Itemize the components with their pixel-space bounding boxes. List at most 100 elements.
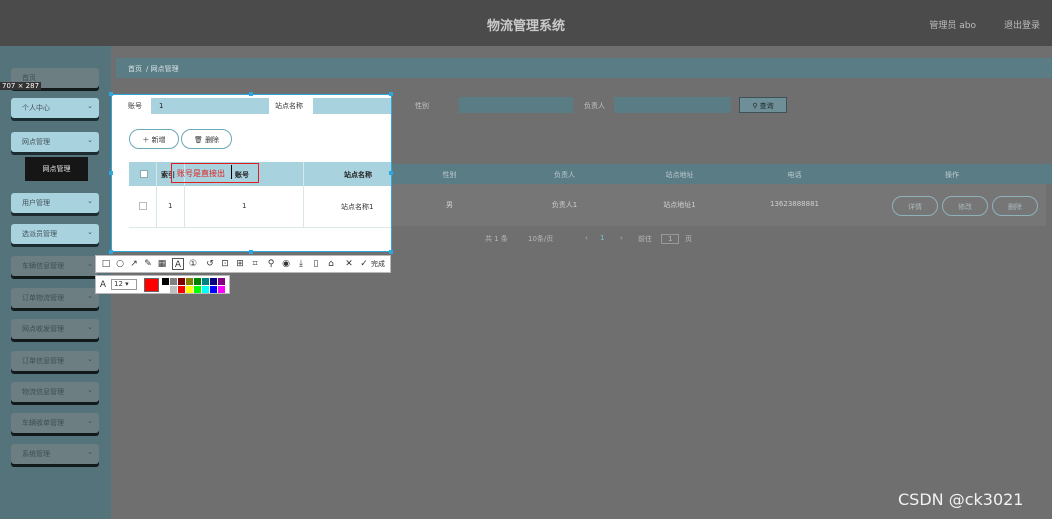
pagination-total: 共 1 条 bbox=[485, 235, 508, 243]
font-icon: A bbox=[99, 280, 107, 290]
page-size-select[interactable]: 10条/页 bbox=[528, 234, 553, 244]
sidebar-item-label: 车辆收单管理 bbox=[22, 419, 64, 427]
station-name-label: 站点名称 bbox=[275, 102, 303, 110]
color-swatch[interactable] bbox=[210, 278, 217, 285]
column-divider bbox=[156, 162, 157, 228]
download-icon[interactable]: ⤓ bbox=[295, 258, 307, 270]
sidebar-item-vehicles[interactable]: 车辆信息管理 ⌄ bbox=[11, 256, 99, 276]
resize-handle[interactable] bbox=[389, 92, 393, 96]
done-button[interactable]: 完成 bbox=[371, 259, 385, 269]
undo-icon[interactable]: ↺ bbox=[204, 258, 216, 270]
ocr-icon[interactable]: ⊡ bbox=[219, 258, 231, 270]
delete-row-button[interactable]: 删除 bbox=[992, 196, 1038, 216]
bookmark-icon[interactable]: ⌂ bbox=[325, 258, 337, 270]
resize-handle[interactable] bbox=[109, 92, 113, 96]
color-swatch[interactable] bbox=[186, 286, 193, 293]
chevron-down-icon: ⌄ bbox=[87, 417, 93, 425]
color-swatch[interactable] bbox=[202, 286, 209, 293]
select-all-checkbox[interactable] bbox=[140, 170, 148, 178]
color-swatch[interactable] bbox=[162, 286, 169, 293]
app-title: 物流管理系统 bbox=[486, 19, 565, 34]
record-icon[interactable]: ◉ bbox=[280, 258, 292, 270]
color-swatch[interactable] bbox=[194, 286, 201, 293]
color-swatch[interactable] bbox=[170, 278, 177, 285]
text-tool-icon[interactable]: A bbox=[172, 258, 184, 270]
phone-icon[interactable]: ▯ bbox=[310, 258, 322, 270]
cell-index: 1 bbox=[168, 202, 173, 210]
check-icon[interactable]: ✓ bbox=[358, 258, 370, 270]
long-screenshot-icon[interactable]: ⌗ bbox=[249, 258, 261, 270]
font-size-value: 12 bbox=[114, 280, 123, 288]
close-icon[interactable]: ✕ bbox=[343, 258, 355, 270]
color-swatch[interactable] bbox=[170, 286, 177, 293]
logout-link[interactable]: 退出登录 bbox=[1004, 18, 1040, 31]
resize-handle[interactable] bbox=[249, 92, 253, 96]
sidebar-item-label: 用户管理 bbox=[22, 199, 50, 207]
sidebar-item-vehicle-orders[interactable]: 车辆收单管理 ⌄ bbox=[11, 413, 99, 433]
color-swatch[interactable] bbox=[186, 278, 193, 285]
owner-label: 负责人 bbox=[584, 102, 605, 110]
color-swatch[interactable] bbox=[162, 278, 169, 285]
gender-input[interactable] bbox=[459, 97, 573, 113]
search-button[interactable]: ⚲ 查询 bbox=[739, 97, 787, 113]
owner-input[interactable] bbox=[614, 97, 731, 113]
detail-button[interactable]: 详情 bbox=[892, 196, 938, 216]
submenu-item-stations[interactable]: 网点管理 bbox=[25, 157, 88, 181]
page-unit-label: 页 bbox=[685, 235, 692, 243]
color-swatch[interactable] bbox=[178, 278, 185, 285]
breadcrumb-home[interactable]: 首页 bbox=[128, 65, 142, 73]
color-swatch[interactable] bbox=[218, 286, 225, 293]
color-swatch[interactable] bbox=[194, 278, 201, 285]
account-input[interactable]: 1 bbox=[151, 98, 269, 114]
current-color-swatch[interactable] bbox=[144, 278, 159, 292]
chevron-down-icon: ⌄ bbox=[87, 228, 93, 236]
color-swatch[interactable] bbox=[218, 278, 225, 285]
translate-icon[interactable]: ⊞ bbox=[234, 258, 246, 270]
sidebar-item-order-logistics[interactable]: 订单物流管理 ⌄ bbox=[11, 288, 99, 308]
sidebar-item-users[interactable]: 用户管理 ⌄ bbox=[11, 193, 99, 213]
font-size-select[interactable]: 12 ▾ bbox=[111, 279, 137, 290]
gender-label: 性别 bbox=[415, 102, 429, 110]
sidebar-item-stations[interactable]: 网点管理 ⌄ bbox=[11, 132, 99, 152]
resize-handle[interactable] bbox=[389, 250, 393, 254]
sidebar-item-station-transfer[interactable]: 网点收发管理 ⌄ bbox=[11, 319, 99, 339]
add-button[interactable]: ＋ 新增 bbox=[129, 129, 179, 149]
delete-button-label: 删除 bbox=[205, 136, 220, 144]
cell-owner: 负责人1 bbox=[551, 201, 578, 209]
mosaic-icon[interactable]: ▦ bbox=[156, 258, 168, 270]
pin-icon[interactable]: ⚲ bbox=[265, 258, 277, 270]
color-swatch[interactable] bbox=[202, 278, 209, 285]
resize-handle[interactable] bbox=[249, 250, 253, 254]
resize-handle[interactable] bbox=[389, 171, 393, 175]
sidebar-item-logistics[interactable]: 物流信息管理 ⌄ bbox=[11, 382, 99, 402]
sidebar-item-personal[interactable]: 个人中心 ⌄ bbox=[11, 98, 99, 118]
resize-handle[interactable] bbox=[109, 171, 113, 175]
text-cursor bbox=[231, 165, 232, 179]
sequence-icon[interactable]: ① bbox=[187, 258, 199, 270]
station-name-input[interactable] bbox=[313, 98, 391, 114]
pen-icon[interactable]: ✎ bbox=[142, 258, 154, 270]
text-annotation[interactable]: 账号是直接出 bbox=[171, 163, 259, 183]
rectangle-icon[interactable]: □ bbox=[100, 258, 112, 270]
cell-account: 1 bbox=[242, 202, 247, 210]
edit-button[interactable]: 修改 bbox=[942, 196, 988, 216]
arrow-icon[interactable]: ↗ bbox=[128, 258, 140, 270]
watermark: CSDN @ck3021 bbox=[898, 490, 1024, 509]
row-checkbox[interactable] bbox=[139, 202, 147, 210]
color-swatch[interactable] bbox=[210, 286, 217, 293]
prev-page-button[interactable]: ‹ bbox=[585, 234, 588, 242]
next-page-button[interactable]: › bbox=[620, 234, 623, 242]
sidebar-item-system[interactable]: 系统管理 ⌄ bbox=[11, 444, 99, 464]
ellipse-icon[interactable]: ○ bbox=[114, 258, 126, 270]
sidebar-item-label: 首页 bbox=[22, 74, 36, 82]
goto-input[interactable]: 1 bbox=[661, 234, 680, 244]
table-row: 1 1 站点名称1 bbox=[129, 186, 391, 228]
color-swatch[interactable] bbox=[178, 286, 185, 293]
sidebar-item-label: 系统管理 bbox=[22, 450, 50, 458]
column-header-gender: 性别 bbox=[392, 164, 507, 184]
resize-handle[interactable] bbox=[109, 250, 113, 254]
sidebar-item-dispatchers[interactable]: 选派员管理 ⌄ bbox=[11, 224, 99, 244]
delete-button[interactable]: 🗑 删除 bbox=[181, 129, 232, 149]
sidebar-item-orders[interactable]: 订单信息管理 ⌄ bbox=[11, 351, 99, 371]
current-page[interactable]: 1 bbox=[600, 234, 604, 242]
